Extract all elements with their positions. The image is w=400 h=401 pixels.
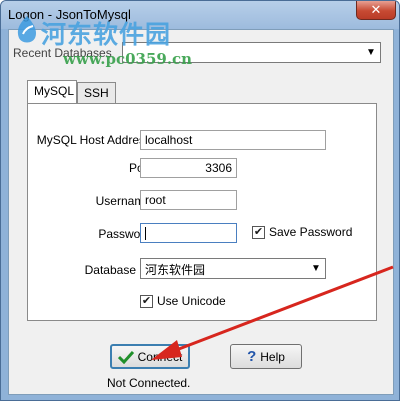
database-value: 河东软件园	[145, 263, 206, 277]
port-input[interactable]: 3306	[140, 158, 237, 178]
question-mark-icon: ?	[247, 348, 257, 365]
database-dropdown[interactable]: 河东软件园 ▼	[140, 258, 326, 279]
password-input[interactable]	[140, 223, 237, 243]
window-title: Logon - JsonToMysql	[8, 7, 131, 22]
host-label: MySQL Host Address	[36, 133, 151, 147]
tab-ssh[interactable]: SSH	[77, 82, 116, 104]
chevron-down-icon: ▼	[366, 47, 376, 58]
use-unicode-label: Use Unicode	[157, 294, 226, 308]
help-button-label: Help	[260, 349, 285, 364]
checkmark-icon	[117, 350, 134, 364]
connect-button[interactable]: Connect	[110, 344, 190, 369]
chevron-down-icon: ▼	[311, 263, 321, 274]
recent-databases-label: Recent Databases	[13, 46, 112, 60]
close-button[interactable]: ✕	[356, 1, 396, 20]
dialog-client-area: Recent Databases ▼ MySQL SSH MySQL Host …	[8, 29, 394, 395]
checkmark-icon: ✔	[252, 225, 265, 239]
username-input[interactable]: root	[140, 190, 237, 210]
connection-status: Not Connected.	[107, 376, 191, 390]
use-unicode-checkbox[interactable]: ✔ Use Unicode	[140, 294, 226, 308]
tab-ssh-label: SSH	[84, 86, 109, 100]
port-value: 3306	[205, 161, 232, 175]
text-caret	[145, 227, 146, 240]
database-label: Database	[84, 263, 136, 277]
close-icon: ✕	[370, 2, 382, 17]
connect-button-label: Connect	[137, 349, 183, 364]
recent-databases-dropdown[interactable]: ▼	[122, 42, 381, 63]
username-value: root	[145, 193, 166, 207]
save-password-checkbox[interactable]: ✔ Save Password	[252, 225, 352, 239]
logon-window: Logon - JsonToMysql ✕ Recent Databases ▼…	[0, 0, 400, 401]
mysql-tab-panel: MySQL Host Address localhost Port 3306 U…	[27, 103, 377, 321]
tab-mysql-label: MySQL	[34, 84, 75, 98]
save-password-label: Save Password	[269, 225, 353, 239]
checkmark-icon: ✔	[140, 294, 153, 308]
host-input[interactable]: localhost	[140, 130, 326, 150]
tab-mysql[interactable]: MySQL	[27, 80, 77, 103]
help-button[interactable]: ? Help	[230, 344, 302, 369]
host-value: localhost	[145, 133, 193, 147]
title-bar[interactable]: Logon - JsonToMysql ✕	[1, 1, 399, 29]
